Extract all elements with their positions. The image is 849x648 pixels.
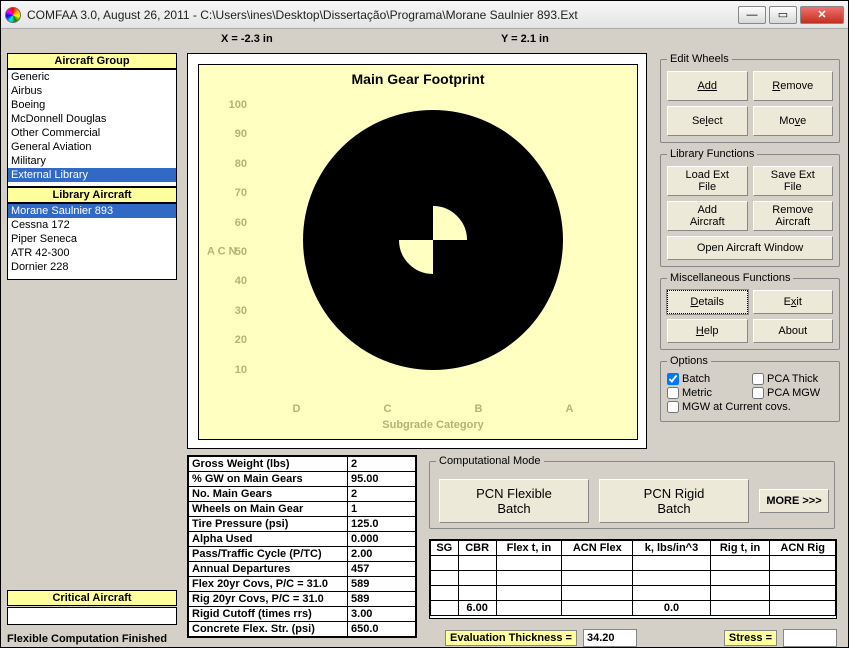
list-item[interactable]: Other Commercial: [8, 126, 176, 140]
critical-aircraft-box[interactable]: [7, 607, 177, 625]
misc-functions-legend: Miscellaneous Functions: [667, 272, 793, 284]
list-item[interactable]: External Library: [8, 168, 176, 182]
move-button[interactable]: Move: [753, 106, 834, 136]
titlebar: COMFAA 3.0, August 26, 2011 - C:\Users\i…: [1, 1, 848, 29]
help-button[interactable]: Help: [667, 319, 748, 343]
table-row[interactable]: Annual Departures457: [189, 562, 416, 577]
library-functions-group: Library Functions Load Ext File Save Ext…: [660, 148, 840, 267]
details-button[interactable]: Details: [667, 290, 748, 314]
library-aircraft-list[interactable]: Morane Saulnier 893Cessna 172Piper Senec…: [7, 203, 177, 280]
list-item[interactable]: McDonnell Douglas: [8, 112, 176, 126]
edit-wheels-group: Edit Wheels Add Remove Select Move: [660, 53, 840, 143]
list-item[interactable]: Boeing: [8, 98, 176, 112]
chart-plot[interactable]: Subgrade Category A C N 1020304050607080…: [251, 105, 615, 399]
close-button[interactable]: ✕: [800, 6, 844, 24]
pcn-flexible-button[interactable]: PCN Flexible Batch: [439, 479, 589, 523]
table-row[interactable]: Rigid Cutoff (times rrs)3.00: [189, 607, 416, 622]
mgw-current-checkbox[interactable]: MGW at Current covs.: [667, 401, 833, 413]
minimize-button[interactable]: —: [738, 6, 766, 24]
list-item[interactable]: Airbus: [8, 84, 176, 98]
list-item[interactable]: Piper Seneca: [8, 232, 176, 246]
list-item[interactable]: General Aviation: [8, 140, 176, 154]
eval-thickness-value[interactable]: 34.20: [583, 629, 637, 647]
table-row[interactable]: Pass/Traffic Cycle (P/TC)2.00: [189, 547, 416, 562]
library-functions-legend: Library Functions: [667, 148, 757, 160]
save-ext-file-button[interactable]: Save Ext File: [753, 166, 834, 196]
table-row[interactable]: Tire Pressure (psi)125.0: [189, 517, 416, 532]
table-row[interactable]: No. Main Gears2: [189, 487, 416, 502]
load-ext-file-button[interactable]: Load Ext File: [667, 166, 748, 196]
table-row[interactable]: % GW on Main Gears95.00: [189, 472, 416, 487]
table-row[interactable]: Rig 20yr Covs, P/C = 31.0589: [189, 592, 416, 607]
metric-checkbox[interactable]: Metric: [667, 387, 748, 399]
pcn-rigid-button[interactable]: PCN Rigid Batch: [599, 479, 749, 523]
stress-label: Stress =: [724, 630, 777, 646]
table-row[interactable]: Gross Weight (lbs)2: [189, 457, 416, 472]
left-column: Aircraft Group GenericAirbusBoeingMcDonn…: [7, 53, 177, 645]
remove-button[interactable]: Remove: [753, 71, 834, 101]
right-column: Edit Wheels Add Remove Select Move Libra…: [660, 53, 840, 427]
list-item[interactable]: Military: [8, 154, 176, 168]
table-row[interactable]: Flex 20yr Covs, P/C = 31.0589: [189, 577, 416, 592]
pca-thick-checkbox[interactable]: PCA Thick: [752, 373, 833, 385]
results-table[interactable]: SGCBRFlex t, inACN Flexk, lbs/in^3Rig t,…: [429, 539, 837, 619]
batch-checkbox[interactable]: Batch: [667, 373, 748, 385]
cursor-coords: X = -2.3 in Y = 2.1 in: [191, 33, 668, 45]
more-button[interactable]: MORE >>>: [759, 489, 829, 513]
chart-panel: Main Gear Footprint Subgrade Category A …: [187, 53, 647, 449]
aircraft-group-header: Aircraft Group: [7, 53, 177, 69]
list-item[interactable]: Cessna 172: [8, 218, 176, 232]
properties-table[interactable]: Gross Weight (lbs)2% GW on Main Gears95.…: [187, 455, 417, 638]
eval-thickness-label: Evaluation Thickness =: [445, 630, 577, 646]
window-title: COMFAA 3.0, August 26, 2011 - C:\Users\i…: [27, 8, 738, 22]
coord-x: X = -2.3 in: [191, 33, 382, 45]
coord-y: Y = 2.1 in: [382, 33, 668, 45]
about-button[interactable]: About: [753, 319, 834, 343]
chart-inner: Main Gear Footprint Subgrade Category A …: [198, 64, 638, 440]
app-window: COMFAA 3.0, August 26, 2011 - C:\Users\i…: [0, 0, 849, 648]
table-row[interactable]: Alpha Used0.000: [189, 532, 416, 547]
computational-mode-legend: Computational Mode: [436, 455, 544, 467]
remove-aircraft-button[interactable]: Remove Aircraft: [753, 201, 834, 231]
critical-aircraft-header: Critical Aircraft: [7, 590, 177, 606]
library-aircraft-header: Library Aircraft: [7, 187, 177, 203]
list-item[interactable]: Morane Saulnier 893: [8, 204, 176, 218]
bottom-row: Evaluation Thickness = 34.20 Stress =: [429, 629, 837, 647]
wheel-icon: [398, 205, 468, 275]
options-group: Options Batch PCA Thick Metric PCA MGW M…: [660, 355, 840, 422]
status-text: Flexible Computation Finished: [7, 633, 177, 645]
list-item[interactable]: ATR 42-300: [8, 246, 176, 260]
select-button[interactable]: Select: [667, 106, 748, 136]
add-aircraft-button[interactable]: Add Aircraft: [667, 201, 748, 231]
client-area: X = -2.3 in Y = 2.1 in Aircraft Group Ge…: [1, 29, 848, 647]
table-row[interactable]: Wheels on Main Gear1: [189, 502, 416, 517]
add-button[interactable]: Add: [667, 71, 748, 101]
list-item[interactable]: Dornier 228: [8, 260, 176, 274]
pca-mgw-checkbox[interactable]: PCA MGW: [752, 387, 833, 399]
maximize-button[interactable]: ▭: [769, 6, 797, 24]
misc-functions-group: Miscellaneous Functions Details Exit Hel…: [660, 272, 840, 350]
aircraft-group-list[interactable]: GenericAirbusBoeingMcDonnell DouglasOthe…: [7, 69, 177, 187]
exit-button[interactable]: Exit: [753, 290, 834, 314]
stress-value[interactable]: [783, 629, 837, 647]
edit-wheels-legend: Edit Wheels: [667, 53, 732, 65]
list-item[interactable]: Generic: [8, 70, 176, 84]
open-aircraft-window-button[interactable]: Open Aircraft Window: [667, 236, 833, 260]
app-icon: [5, 7, 21, 23]
chart-title: Main Gear Footprint: [199, 71, 637, 87]
x-axis-label: Subgrade Category: [251, 419, 615, 431]
table-row[interactable]: Concrete Flex. Str. (psi)650.0: [189, 622, 416, 637]
comp-buttons: PCN Flexible Batch PCN Rigid Batch MORE …: [439, 479, 829, 523]
options-legend: Options: [667, 355, 711, 367]
